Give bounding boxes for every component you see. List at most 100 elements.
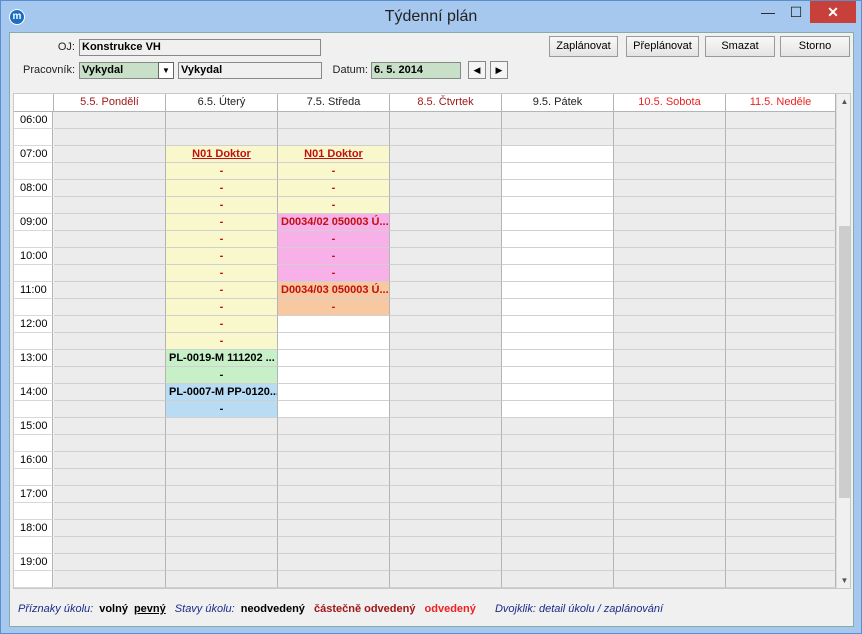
delete-button[interactable]: Smazat [705, 36, 775, 57]
empty-slot[interactable] [390, 401, 502, 418]
empty-slot[interactable] [278, 452, 390, 469]
empty-slot[interactable] [726, 129, 836, 146]
empty-slot[interactable] [54, 350, 166, 367]
date-field[interactable]: 6. 5. 2014 [371, 62, 461, 79]
empty-slot[interactable] [390, 146, 502, 163]
empty-slot[interactable] [614, 401, 726, 418]
empty-slot[interactable] [726, 554, 836, 571]
empty-slot[interactable] [614, 333, 726, 350]
task-slot[interactable]: - [166, 180, 278, 197]
empty-slot[interactable] [278, 316, 390, 333]
empty-slot[interactable] [54, 520, 166, 537]
empty-slot[interactable] [502, 452, 614, 469]
empty-slot[interactable] [614, 350, 726, 367]
empty-slot[interactable] [54, 367, 166, 384]
empty-slot[interactable] [278, 469, 390, 486]
empty-slot[interactable] [278, 129, 390, 146]
task-slot[interactable]: - [278, 231, 390, 248]
empty-slot[interactable] [614, 214, 726, 231]
empty-slot[interactable] [278, 112, 390, 129]
empty-slot[interactable] [390, 129, 502, 146]
empty-slot[interactable] [166, 452, 278, 469]
empty-slot[interactable] [614, 265, 726, 282]
empty-slot[interactable] [502, 537, 614, 554]
empty-slot[interactable] [614, 384, 726, 401]
empty-slot[interactable] [390, 197, 502, 214]
empty-slot[interactable] [726, 418, 836, 435]
empty-slot[interactable] [726, 163, 836, 180]
empty-slot[interactable] [166, 571, 278, 588]
empty-slot[interactable] [390, 180, 502, 197]
empty-slot[interactable] [614, 180, 726, 197]
empty-slot[interactable] [54, 486, 166, 503]
scroll-up-icon[interactable]: ▲ [837, 94, 850, 109]
empty-slot[interactable] [54, 554, 166, 571]
empty-slot[interactable] [390, 163, 502, 180]
task-slot[interactable]: - [278, 180, 390, 197]
empty-slot[interactable] [614, 486, 726, 503]
empty-slot[interactable] [502, 129, 614, 146]
empty-slot[interactable] [390, 554, 502, 571]
empty-slot[interactable] [726, 146, 836, 163]
empty-slot[interactable] [390, 537, 502, 554]
empty-slot[interactable] [390, 231, 502, 248]
empty-slot[interactable] [502, 316, 614, 333]
empty-slot[interactable] [54, 197, 166, 214]
empty-slot[interactable] [726, 333, 836, 350]
task-slot[interactable]: - [278, 197, 390, 214]
close-button[interactable]: ✕ [810, 1, 856, 23]
plan-button[interactable]: Zaplánovat [549, 36, 618, 57]
task-slot[interactable]: N01 Doktor [278, 146, 390, 163]
empty-slot[interactable] [390, 316, 502, 333]
empty-slot[interactable] [54, 418, 166, 435]
empty-slot[interactable] [166, 486, 278, 503]
empty-slot[interactable] [614, 554, 726, 571]
empty-slot[interactable] [726, 503, 836, 520]
empty-slot[interactable] [54, 384, 166, 401]
empty-slot[interactable] [614, 129, 726, 146]
empty-slot[interactable] [278, 486, 390, 503]
empty-slot[interactable] [54, 282, 166, 299]
empty-slot[interactable] [614, 452, 726, 469]
task-slot[interactable]: - [166, 248, 278, 265]
empty-slot[interactable] [614, 163, 726, 180]
task-slot[interactable]: D0034/03 050003 Ú... [278, 282, 390, 299]
empty-slot[interactable] [54, 333, 166, 350]
task-slot[interactable]: - [166, 214, 278, 231]
empty-slot[interactable] [502, 486, 614, 503]
empty-slot[interactable] [726, 180, 836, 197]
empty-slot[interactable] [278, 554, 390, 571]
empty-slot[interactable] [54, 112, 166, 129]
task-slot[interactable]: PL-0007-M PP-0120... [166, 384, 278, 401]
empty-slot[interactable] [166, 112, 278, 129]
empty-slot[interactable] [502, 401, 614, 418]
empty-slot[interactable] [502, 520, 614, 537]
task-slot[interactable]: - [166, 316, 278, 333]
empty-slot[interactable] [278, 367, 390, 384]
empty-slot[interactable] [614, 571, 726, 588]
empty-slot[interactable] [726, 197, 836, 214]
empty-slot[interactable] [726, 486, 836, 503]
task-slot[interactable]: - [166, 163, 278, 180]
empty-slot[interactable] [726, 231, 836, 248]
empty-slot[interactable] [726, 299, 836, 316]
empty-slot[interactable] [726, 316, 836, 333]
empty-slot[interactable] [502, 231, 614, 248]
empty-slot[interactable] [726, 469, 836, 486]
empty-slot[interactable] [166, 537, 278, 554]
next-week-icon[interactable]: ▶ [490, 61, 508, 79]
task-slot[interactable]: - [166, 401, 278, 418]
empty-slot[interactable] [278, 350, 390, 367]
empty-slot[interactable] [390, 384, 502, 401]
vertical-scrollbar[interactable]: ▲ ▼ [836, 94, 850, 588]
empty-slot[interactable] [502, 554, 614, 571]
empty-slot[interactable] [390, 503, 502, 520]
empty-slot[interactable] [54, 401, 166, 418]
empty-slot[interactable] [614, 282, 726, 299]
empty-slot[interactable] [54, 469, 166, 486]
empty-slot[interactable] [726, 452, 836, 469]
empty-slot[interactable] [502, 282, 614, 299]
empty-slot[interactable] [614, 299, 726, 316]
empty-slot[interactable] [726, 571, 836, 588]
empty-slot[interactable] [726, 248, 836, 265]
